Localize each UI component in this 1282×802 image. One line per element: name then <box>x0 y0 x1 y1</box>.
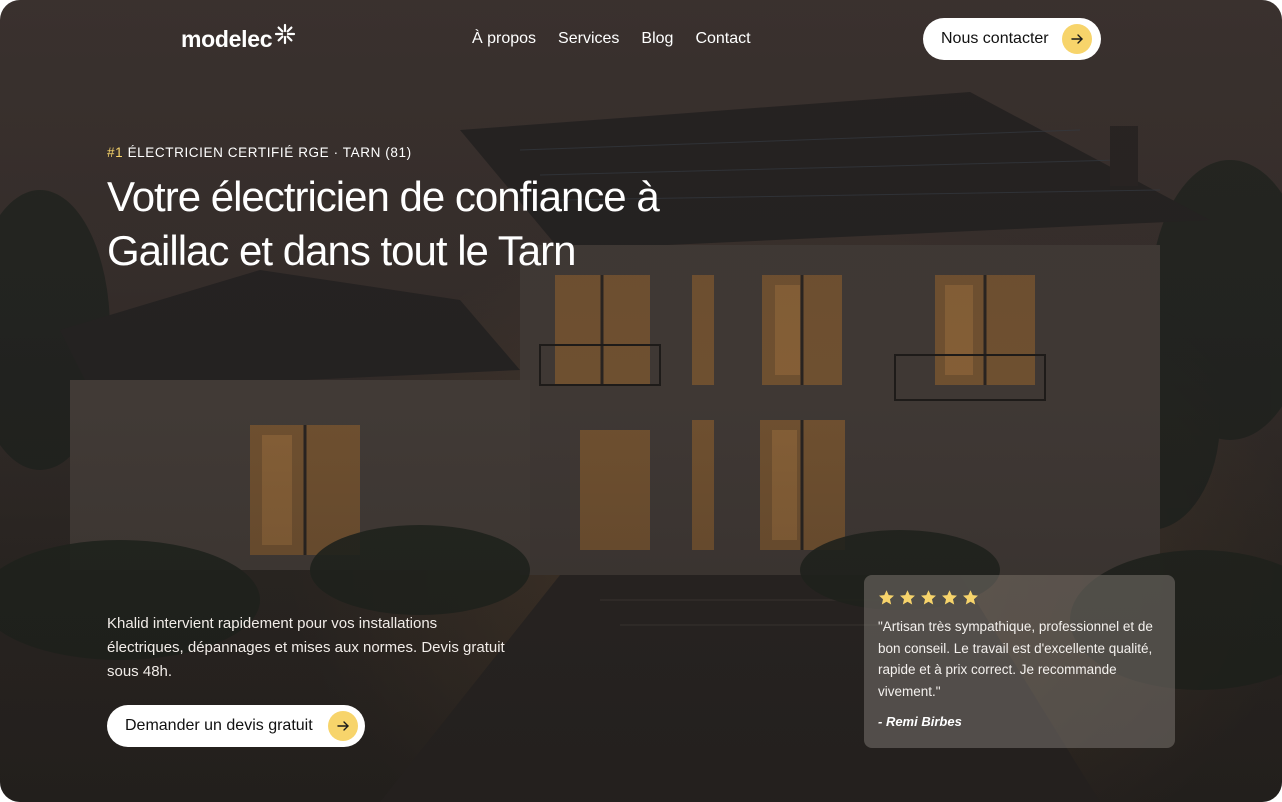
star-rating <box>878 589 1161 606</box>
quote-request-button[interactable]: Demander un devis gratuit <box>107 705 365 747</box>
contact-button-label: Nous contacter <box>941 30 1049 47</box>
contact-button[interactable]: Nous contacter <box>923 18 1101 60</box>
sparkle-icon <box>275 23 296 45</box>
star-icon <box>921 590 936 605</box>
headline-line-2: Gaillac et dans tout le Tarn <box>107 227 577 274</box>
arrow-right-icon <box>1062 24 1092 54</box>
nav-link-a-propos[interactable]: À propos <box>472 30 536 48</box>
nav-link-blog[interactable]: Blog <box>641 30 673 48</box>
hero-headline: Votre électricien de confiance à Gaillac… <box>107 170 767 278</box>
arrow-right-icon <box>328 711 358 741</box>
nav-link-contact[interactable]: Contact <box>695 30 750 48</box>
eyebrow-text: ÉLECTRICIEN CERTIFIÉ RGE · TARN (81) <box>127 145 412 160</box>
eyebrow-highlight: #1 <box>107 145 124 160</box>
review-card: "Artisan très sympathique, professionnel… <box>864 575 1175 748</box>
star-icon <box>942 590 957 605</box>
star-icon <box>879 590 894 605</box>
quote-request-button-label: Demander un devis gratuit <box>125 717 313 734</box>
main-nav: À propos Services Blog Contact <box>472 30 751 48</box>
hero-intro: Khalid intervient rapidement pour vos in… <box>107 615 505 680</box>
brand-name: modelec <box>181 26 273 52</box>
brand-logo[interactable]: modelec <box>181 23 296 53</box>
review-quote: "Artisan très sympathique, professionnel… <box>878 619 1153 699</box>
headline-line-1: Votre électricien de confiance à <box>107 173 660 220</box>
star-icon <box>963 590 978 605</box>
hero-section: modelec À propos Services Blog Contact N… <box>0 0 1282 802</box>
star-icon <box>900 590 915 605</box>
review-author: - Remi Birbes <box>878 714 962 729</box>
hero-eyebrow: #1 ÉLECTRICIEN CERTIFIÉ RGE · TARN (81) <box>107 145 412 160</box>
nav-link-services[interactable]: Services <box>558 30 619 48</box>
